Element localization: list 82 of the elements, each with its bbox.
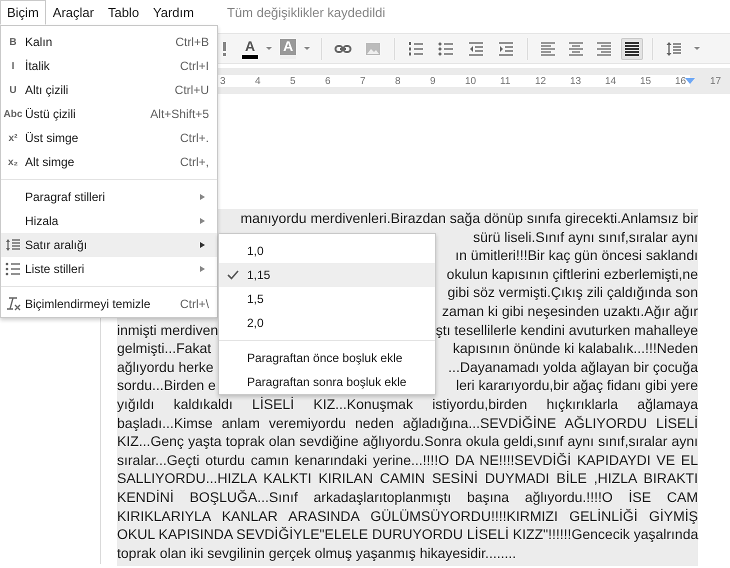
save-status: Tüm değişiklikler kaydedildi bbox=[226, 4, 386, 22]
text-line: kapısının önünde ki kalabalık...!!!Neden bbox=[452, 339, 698, 358]
text-color-button[interactable]: A bbox=[242, 38, 258, 58]
text-line: OKUL KAPISINDA SEVDİĞİYLE"ELELE DURUYORDU LİSELİ KIZZ"!!!!!!Gencecik yaşalrında bbox=[117, 525, 698, 544]
text-line: okulun kapısının çiftlerini ezberlemişti,ne bbox=[446, 264, 698, 284]
format-icon: I bbox=[12, 60, 14, 72]
menu-option[interactable]: 1,5 bbox=[219, 287, 435, 311]
text-line: gelmişti...Fakat bbox=[117, 339, 212, 358]
menu-item[interactable]: B Kalın Ctrl+B bbox=[1, 30, 217, 54]
ruler-number: 4 bbox=[255, 76, 261, 86]
dropdown-caret-icon[interactable] bbox=[304, 47, 310, 50]
ruler-number: 5 bbox=[290, 76, 296, 86]
menu-item[interactable]: Tablo bbox=[100, 0, 146, 25]
increase-indent-icon bbox=[497, 40, 516, 58]
dropdown-caret-icon[interactable] bbox=[694, 47, 700, 50]
menu-option[interactable]: Paragraftan önce boşluk ekle bbox=[219, 346, 435, 370]
clear-formatting-icon bbox=[5, 297, 21, 311]
text-line: ...Dayanamadı yolda ağlayan bir çocuğa bbox=[448, 358, 698, 376]
ruler-number: 10 bbox=[465, 76, 476, 86]
menu-item[interactable]: Biçim bbox=[0, 0, 46, 25]
ruler-number: 17 bbox=[710, 76, 722, 86]
format-icon: x² bbox=[8, 132, 18, 144]
ruler-number: 12 bbox=[535, 76, 546, 86]
line-spacing-icon bbox=[5, 238, 21, 252]
text-line: gibi söz vermişti.Çıkış zili çaldığında son bbox=[447, 283, 698, 302]
menu-item[interactable]: Biçimlendirmeyi temizle Ctrl+\ bbox=[1, 292, 217, 316]
menu-option[interactable]: 1,15 bbox=[219, 263, 435, 287]
ruler-number: 3 bbox=[220, 76, 226, 86]
ruler-number: 11 bbox=[500, 76, 510, 86]
menu-item[interactable]: Hizala bbox=[1, 209, 217, 233]
ruler-number: 7 bbox=[360, 76, 366, 86]
text-line: KIRIKLARIYLA KANLAR ARASINDA GÜLÜMSÜYORDU!!!!KIRMIZI GELİNLİĞİ GİYMİŞ bbox=[117, 506, 698, 526]
text-line: başladı...Kimse anlam veremiyordu neden ağladığına...SEVDİĞİNE AĞLIYORDU LİSELİ bbox=[117, 414, 698, 432]
bulleted-list-icon bbox=[5, 262, 21, 276]
text-line: yığıldı kaldıkaldı LİSELİ KIZ...Konuşmak istiyordu,birden hıçkırıklarla ağlamaya bbox=[117, 394, 698, 414]
line-spacing-icon bbox=[665, 40, 684, 58]
ruler-number: 14 bbox=[605, 76, 616, 86]
menu-option[interactable]: 2,0 bbox=[219, 311, 435, 335]
text-line: ın ümitleri!!!Bir kaç gün öncesi saklandı bbox=[455, 246, 698, 265]
justify-button[interactable] bbox=[621, 38, 644, 60]
text-line: ştı tesellilerle kendini avuturken mahalleye bbox=[436, 320, 698, 340]
text-line: sordu...Birden e bbox=[117, 376, 216, 395]
decrease-indent-icon bbox=[467, 40, 486, 58]
menu-option[interactable]: 1,0 bbox=[219, 239, 435, 263]
menu-item[interactable]: U Altı çizili Ctrl+U bbox=[1, 78, 217, 102]
text-line: KENDİNİ BOŞLUĞA...Sınıf arkadaşlarıtoplanmıştı başına ağlıyordu.!!!!O İSE CAM bbox=[117, 488, 698, 506]
menu-option[interactable]: Paragraftan sonra boşluk ekle bbox=[219, 370, 435, 394]
ruler-number: 16 bbox=[675, 76, 686, 86]
text-line: toprak olan iki sevgilinin gerçek olmuş yaşanmış hikayesidir........ bbox=[117, 544, 516, 562]
menu-item[interactable]: x₂ Alt simge Ctrl+, bbox=[1, 150, 217, 174]
text-line: KIZ...Genç yaşta toprak olan sevdiğine ağlıyordu.Sonra okula geldi,sınıf aynı sınıf,sıralar aynı bbox=[117, 432, 698, 451]
text-line: leri kararıyordu,bir ağaç fidanı gibi yere bbox=[456, 376, 698, 395]
ruler-number: 6 bbox=[325, 76, 331, 86]
format-icon: U bbox=[9, 84, 17, 96]
format-icon: x₂ bbox=[8, 156, 18, 168]
text-line: ağlıyordu herke bbox=[117, 358, 214, 376]
format-icon: B bbox=[9, 36, 17, 48]
checkmark-icon bbox=[227, 270, 239, 280]
text-line: inmişti merdiven bbox=[117, 320, 218, 340]
menu-item[interactable]: Paragraf stilleri bbox=[1, 185, 217, 209]
ruler-number: 13 bbox=[570, 76, 582, 86]
format-icon: Abc bbox=[4, 108, 22, 120]
ruler-number: 9 bbox=[430, 76, 436, 86]
text-line: sıralar...Geçti oturdu camın kenarındaki yerine...!!!!O DA NE!!!!SEVDİĞİ KAPIDAYDI VE EL bbox=[117, 450, 698, 470]
text-line: SALLIYORDU...HIZLA KALKTI KIRILAN CAMIN SESİNİ DUYMADI BİLE ,HIZLA BIRAKTI bbox=[117, 469, 698, 488]
ruler-number: 8 bbox=[395, 76, 401, 86]
text-line: manıyordu merdivenleri.Birazdan sağa dönüp sınıfa girecekti.Anlamsız bir bbox=[240, 209, 698, 228]
menu-item[interactable]: I İtalik Ctrl+I bbox=[1, 54, 217, 78]
toolbar-icon bbox=[222, 42, 226, 56]
menu-item[interactable]: Satır aralığı bbox=[1, 233, 217, 257]
dropdown-caret-icon[interactable] bbox=[266, 47, 272, 50]
menu-item[interactable]: Yardım bbox=[146, 0, 201, 25]
numbered-list-icon bbox=[407, 40, 426, 58]
menu-item[interactable]: Araçlar bbox=[46, 0, 101, 25]
menu-item[interactable]: Liste stilleri bbox=[1, 257, 217, 281]
menu-item[interactable]: x² Üst simge Ctrl+. bbox=[1, 126, 217, 150]
indent-marker-icon[interactable] bbox=[685, 78, 695, 84]
ruler-number: 15 bbox=[640, 76, 652, 86]
text-line: zaman ki gibi neşesinden uzaktı.Ağır ağır bbox=[442, 302, 698, 321]
text-line: sürü liseli.Sınıf aynı sınıf,sıralar aynı bbox=[473, 228, 698, 246]
bulleted-list-icon bbox=[437, 40, 456, 58]
menu-item[interactable]: Abc Üstü çizili Alt+Shift+5 bbox=[1, 102, 217, 126]
